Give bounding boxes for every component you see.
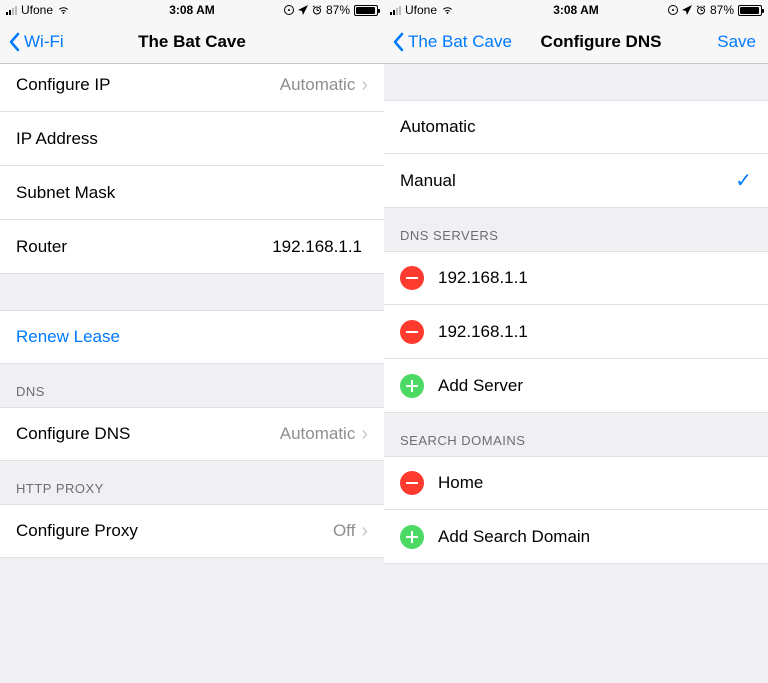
configure-ip-value: Automatic [280,75,356,95]
clock: 3:08 AM [0,3,384,17]
nav-bar: The Bat Cave Configure DNS Save [384,20,768,64]
back-button[interactable]: The Bat Cave [392,32,512,52]
right-screen: Ufone 3:08 AM 87% The Bat Cave Configure… [384,0,768,683]
dns-server-value: 192.168.1.1 [438,268,752,288]
router-label: Router [16,237,272,257]
settings-list[interactable]: Configure IP Automatic › IP Address Subn… [0,64,384,683]
dns-server-row[interactable]: 192.168.1.1 [384,305,768,359]
search-domain-row[interactable]: Home [384,456,768,510]
add-icon[interactable] [400,374,424,398]
configure-dns-label: Configure DNS [16,424,280,444]
left-screen: Ufone 3:08 AM 87% Wi-Fi The Bat Cave Con… [0,0,384,683]
nav-bar: Wi-Fi The Bat Cave [0,20,384,64]
add-search-domain-button[interactable]: Add Search Domain [384,510,768,564]
automatic-label: Automatic [400,117,752,137]
configure-proxy-label: Configure Proxy [16,521,333,541]
chevron-left-icon [8,32,20,52]
add-search-domain-label: Add Search Domain [438,527,752,547]
ip-address-row: IP Address [0,112,384,166]
manual-option[interactable]: Manual ✓ [384,154,768,208]
search-domains-section-header: SEARCH DOMAINS [384,413,768,456]
chevron-right-icon: › [361,424,368,444]
add-server-button[interactable]: Add Server [384,359,768,413]
renew-lease-button[interactable]: Renew Lease [0,310,384,364]
configure-ip-row[interactable]: Configure IP Automatic › [0,64,384,112]
save-button[interactable]: Save [717,32,756,52]
search-domain-value: Home [438,473,752,493]
chevron-right-icon: › [361,521,368,541]
configure-dns-row[interactable]: Configure DNS Automatic › [0,407,384,461]
checkmark-icon: ✓ [735,168,752,193]
configure-dns-value: Automatic [280,424,356,444]
remove-icon[interactable] [400,320,424,344]
subnet-mask-label: Subnet Mask [16,183,368,203]
chevron-left-icon [392,32,404,52]
back-button[interactable]: Wi-Fi [8,32,64,52]
back-label: The Bat Cave [408,32,512,52]
manual-label: Manual [400,171,735,191]
renew-lease-label: Renew Lease [16,327,368,347]
configure-ip-label: Configure IP [16,75,280,95]
configure-proxy-row[interactable]: Configure Proxy Off › [0,504,384,558]
router-value: 192.168.1.1 [272,237,362,257]
chevron-right-icon: › [361,75,368,95]
dns-server-value: 192.168.1.1 [438,322,752,342]
add-icon[interactable] [400,525,424,549]
back-label: Wi-Fi [24,32,64,52]
subnet-mask-row: Subnet Mask [0,166,384,220]
clock: 3:08 AM [384,3,768,17]
automatic-option[interactable]: Automatic [384,100,768,154]
dns-config-list[interactable]: Automatic Manual ✓ DNS SERVERS 192.168.1… [384,64,768,683]
battery-icon [354,5,378,16]
orientation-lock-icon [668,5,678,15]
battery-icon [738,5,762,16]
router-row: Router 192.168.1.1 [0,220,384,274]
remove-icon[interactable] [400,471,424,495]
add-server-label: Add Server [438,376,752,396]
dns-section-header: DNS [0,364,384,407]
status-bar: Ufone 3:08 AM 87% [0,0,384,20]
ip-address-label: IP Address [16,129,368,149]
configure-proxy-value: Off [333,521,355,541]
dns-servers-section-header: DNS SERVERS [384,208,768,251]
dns-server-row[interactable]: 192.168.1.1 [384,251,768,305]
orientation-lock-icon [284,5,294,15]
remove-icon[interactable] [400,266,424,290]
status-bar: Ufone 3:08 AM 87% [384,0,768,20]
http-proxy-section-header: HTTP PROXY [0,461,384,504]
